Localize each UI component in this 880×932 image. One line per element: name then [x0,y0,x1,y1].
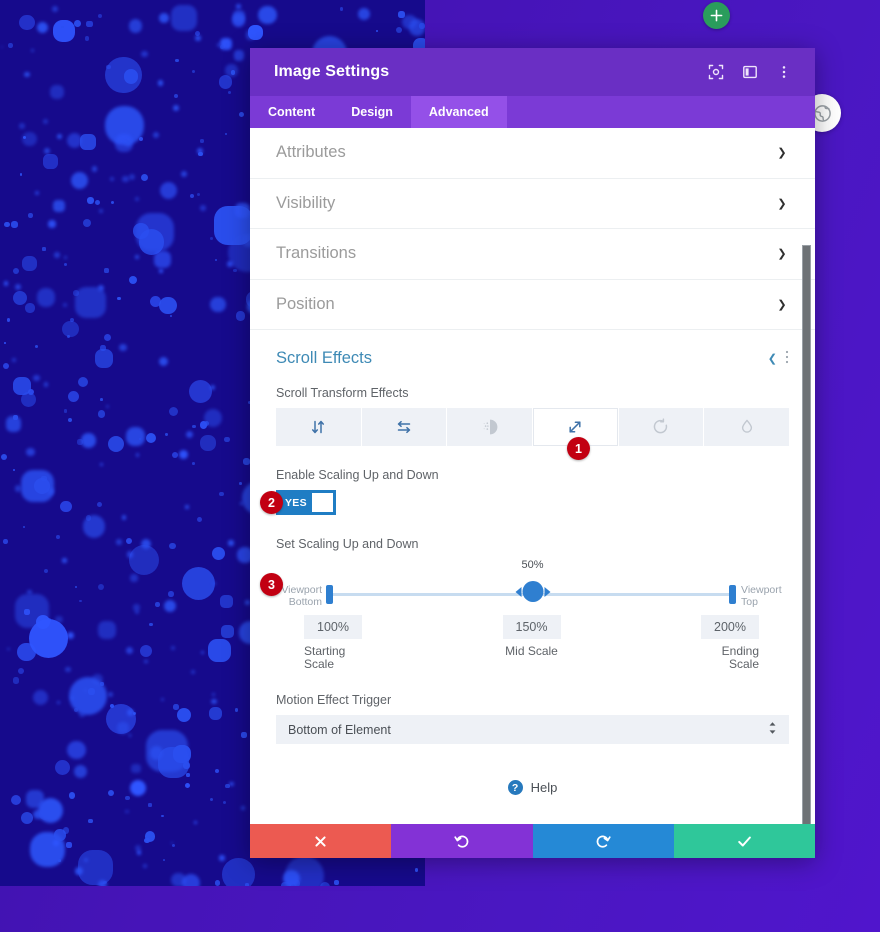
slider-midpoint-value: 50% [521,559,544,571]
slider-end-handle[interactable] [729,585,736,604]
section-scroll-effects-label: Scroll Effects [276,348,372,367]
slider-thumb[interactable] [522,581,543,602]
redo-button[interactable] [532,824,674,858]
modal-tabs: Content Design Advanced [250,96,815,128]
horizontal-motion-icon [397,420,411,434]
motion-effect-trigger-select[interactable]: Bottom of Element [276,715,789,744]
vertical-motion-effect-button[interactable] [276,408,361,446]
motion-effect-trigger-block: Motion Effect Trigger Bottom of Element [276,693,789,744]
scaling-icon [569,421,581,433]
kebab-menu-icon[interactable] [785,349,789,368]
motion-effect-trigger-label: Motion Effect Trigger [276,693,392,707]
modal-footer [250,824,815,858]
slider-left-arrow-icon [515,586,521,597]
modal-header: Image Settings [250,48,815,96]
set-scaling-slider[interactable]: Viewport Bottom Viewport Top 50% [276,559,789,613]
set-scaling-slider-block: 3 Viewport Bottom Viewport Top 50% 100% … [260,559,789,671]
set-scaling-label: Set Scaling Up and Down [276,537,419,551]
section-transitions-label: Transitions [276,244,357,263]
help-label: Help [530,780,558,795]
question-mark-icon: ? [507,780,523,795]
section-scroll-effects: Scroll Effects ❮ Scroll Transform Effect… [250,330,815,795]
enable-scaling-label: Enable Scaling Up and Down [276,468,439,482]
marker-badge-1: 1 [567,437,590,460]
layout-panel-icon-button[interactable] [735,57,765,87]
section-transitions[interactable]: Transitions ❯ [250,229,815,280]
chevron-down-icon: ❯ [777,248,787,261]
modal-title: Image Settings [274,63,390,80]
layout-panel-icon [743,65,757,79]
motion-effect-trigger-value: Bottom of Element [288,722,391,737]
tab-advanced[interactable]: Advanced [410,96,507,128]
undo-button[interactable] [391,824,533,858]
section-position[interactable]: Position ❯ [250,280,815,330]
ending-scale-value[interactable]: 200% [701,615,760,639]
section-attributes-label: Attributes [276,143,346,162]
scroll-transform-effects-label: Scroll Transform Effects [276,386,409,400]
editor-canvas: Image Settings Content Design Advanced A… [0,0,880,932]
toggle-knob [311,493,333,512]
section-attributes[interactable]: Attributes ❯ [250,128,815,179]
rotating-icon [653,418,668,434]
ending-scale-caption: Ending Scale [721,644,760,671]
slider-right-arrow-icon [544,586,550,597]
viewport-top-label: Viewport Top [741,584,782,608]
marker-badge-3: 3 [260,573,283,596]
mid-scale-caption: Mid Scale [505,644,558,658]
redo-arrow-icon [596,835,611,848]
toggle-value-label: YES [285,496,307,509]
chevron-down-icon: ❯ [777,147,787,160]
chevron-up-icon[interactable]: ❮ [768,352,777,365]
checkmark-icon [738,836,751,846]
marker-badge-2: 2 [260,491,283,514]
section-scroll-effects-header[interactable]: Scroll Effects ❮ [276,330,789,386]
ending-scale-group: 200% Ending Scale [607,615,789,671]
starting-scale-caption: Starting Scale [304,644,346,671]
starting-scale-group: 100% Starting Scale [276,615,456,671]
mid-scale-value[interactable]: 150% [502,615,561,639]
modal-scroll-content: Attributes ❯ Visibility ❯ Transitions ❯ … [250,128,815,824]
scroll-transform-effects-group: 1 [276,408,790,460]
cancel-button[interactable] [250,824,392,858]
section-position-label: Position [276,294,335,313]
tab-content[interactable]: Content [250,96,333,128]
viewport-bottom-label: Viewport Bottom [281,584,322,608]
plus-icon [710,9,723,22]
kebab-menu-icon-button[interactable] [769,57,799,87]
add-module-button[interactable] [703,2,730,29]
section-visibility[interactable]: Visibility ❯ [250,179,815,229]
blur-icon [741,419,752,433]
modal-body: Attributes ❯ Visibility ❯ Transitions ❯ … [250,128,815,824]
slider-mid-handle[interactable] [515,581,550,602]
vertical-motion-icon [312,420,325,434]
globe-settings-icon [813,104,831,122]
select-arrows-icon [768,721,777,738]
starting-scale-value[interactable]: 100% [304,615,362,639]
tab-design[interactable]: Design [333,96,411,128]
mid-scale-group: 150% Mid Scale [456,615,608,671]
fade-in-out-effect-button[interactable] [447,408,533,446]
image-settings-modal: Image Settings Content Design Advanced A… [250,48,815,858]
fade-in-out-icon [483,419,498,435]
blur-effect-button[interactable] [704,408,790,446]
close-x-icon [315,835,326,847]
horizontal-motion-effect-button[interactable] [361,408,447,446]
scale-values-row: 100% Starting Scale 150% Mid Scale 200% … [276,615,789,671]
focus-target-icon-button[interactable] [701,57,731,87]
modal-scrollbar-thumb[interactable] [802,245,811,824]
help-row[interactable]: ? Help [276,744,789,795]
enable-scaling-toggle-wrap: YES 2 [260,490,789,515]
save-button[interactable] [673,824,815,858]
chevron-down-icon: ❯ [777,197,787,210]
section-visibility-label: Visibility [276,193,336,212]
slider-start-handle[interactable] [326,585,333,604]
modal-scrollbar-track[interactable] [802,128,813,824]
undo-arrow-icon [454,835,469,848]
rotating-effect-button[interactable] [618,408,704,446]
chevron-down-icon: ❯ [777,298,787,311]
kebab-menu-icon [782,66,786,78]
enable-scaling-toggle[interactable]: YES [276,490,336,515]
focus-target-icon [708,64,724,80]
